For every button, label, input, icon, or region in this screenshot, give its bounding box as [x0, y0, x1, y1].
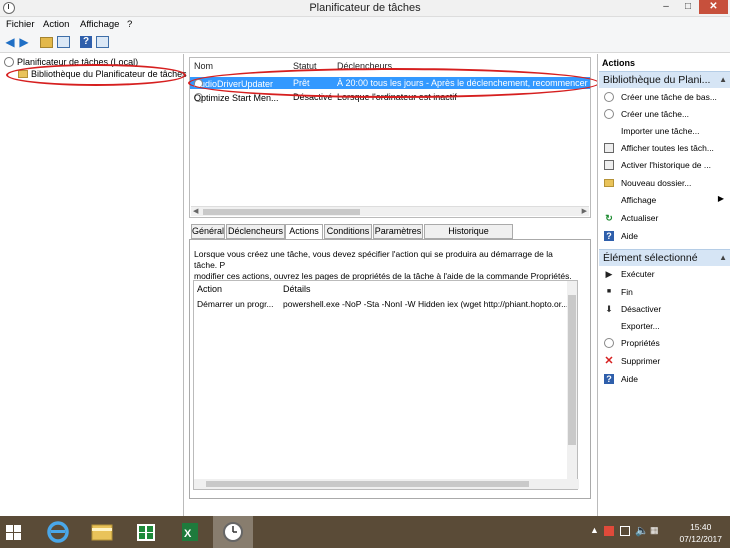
task-details: Lorsque vous créez une tâche, vous devez…	[189, 239, 591, 499]
menu-action[interactable]: Action	[43, 19, 69, 30]
column-header-action[interactable]: Action	[197, 284, 222, 294]
new-folder[interactable]: Nouveau dossier...	[604, 177, 728, 191]
scroll-thumb[interactable]	[206, 481, 529, 487]
collapse-icon[interactable]: ▲	[719, 72, 727, 88]
action-center-icon[interactable]	[604, 526, 614, 536]
end-task[interactable]: ■ Fin	[604, 286, 728, 300]
enable-history[interactable]: Activer l'historique de ...	[604, 159, 728, 173]
refresh[interactable]: ↻ Actualiser	[604, 212, 728, 226]
show-hidden-icons-icon[interactable]: ▲	[590, 525, 599, 535]
menu-fichier[interactable]: Fichier	[6, 19, 35, 30]
help-icon: ?	[604, 231, 614, 241]
tab-conditions[interactable]: Conditions	[324, 224, 372, 239]
red-annotation-circle	[188, 68, 600, 98]
tab-general[interactable]: Général	[191, 224, 225, 239]
svg-text:X: X	[184, 528, 192, 540]
column-header-details[interactable]: Détails	[283, 284, 311, 294]
disable-task[interactable]: ⬇ Désactiver	[604, 303, 728, 317]
store-icon[interactable]	[126, 516, 166, 548]
stop-icon: ■	[606, 288, 612, 295]
start-button[interactable]	[6, 525, 22, 541]
down-arrow-icon: ⬇	[605, 304, 613, 314]
file-explorer-icon[interactable]	[82, 516, 122, 548]
actions-pane: Actions Bibliothèque du Plani... ▲ Créer …	[597, 54, 730, 516]
play-icon: ▶	[605, 269, 613, 279]
toolbar: ◀ ▶ ?	[0, 32, 730, 53]
folder-up-icon[interactable]	[40, 37, 53, 48]
network-icon[interactable]	[620, 526, 630, 536]
scroll-left-icon[interactable]: ◀	[193, 207, 198, 215]
actions-pane-title: Actions	[602, 58, 636, 68]
actions-description: Lorsque vous créez une tâche, vous devez…	[194, 249, 572, 281]
system-clock[interactable]: 15:40 07/12/2017	[679, 521, 722, 545]
refresh-icon: ↻	[605, 213, 613, 223]
delete-task[interactable]: ✕ Supprimer	[604, 355, 728, 369]
minimize-button[interactable]: –	[655, 0, 677, 14]
tab-settings[interactable]: Paramètres	[373, 224, 423, 239]
collapse-icon[interactable]: ▲	[719, 250, 727, 266]
tab-history[interactable]: Historique (désactivé)	[424, 224, 513, 249]
tab-strip: Général Déclencheurs Actions Conditions …	[189, 224, 591, 249]
horizontal-scrollbar[interactable]	[194, 479, 579, 489]
view-menu[interactable]: Affichage ▶	[604, 194, 728, 208]
clock-icon	[604, 92, 614, 102]
keyboard-icon[interactable]: ▦	[650, 525, 659, 536]
tab-actions[interactable]: Actions	[285, 224, 323, 240]
run-task[interactable]: ▶ Exécuter	[604, 268, 728, 282]
action-type[interactable]: Démarrer un progr...	[197, 299, 281, 309]
maximize-button[interactable]: □	[677, 0, 699, 14]
clock-icon	[604, 338, 614, 348]
action-pane-icon[interactable]	[96, 36, 109, 48]
excel-icon[interactable]: X	[170, 516, 210, 548]
import-task[interactable]: Importer une tâche...	[604, 125, 728, 139]
vertical-scrollbar[interactable]	[567, 281, 577, 489]
scroll-thumb[interactable]	[203, 209, 360, 215]
menu-bar: Fichier Action Affichage ?	[0, 17, 730, 32]
scroll-right-icon[interactable]: ▶	[582, 207, 587, 215]
internet-explorer-icon[interactable]	[38, 516, 78, 548]
action-details[interactable]: powershell.exe -NoP -Sta -NonI -W Hidden…	[283, 299, 567, 309]
menu-affichage[interactable]: Affichage	[80, 19, 119, 30]
help-library[interactable]: ? Aide	[604, 230, 728, 244]
volume-icon[interactable]: 🔈	[635, 524, 649, 537]
taskbar: X ▲ 🔈 ▦ 15:40 07/12/2017	[0, 516, 730, 548]
clock-icon	[604, 109, 614, 119]
window-title: Planificateur de tâches	[309, 2, 421, 14]
back-arrow-icon[interactable]: ◀	[3, 35, 17, 49]
help-icon[interactable]: ?	[80, 36, 92, 48]
folder-icon	[604, 179, 614, 187]
console-tree: Planificateur de tâches (Local) Biblioth…	[0, 54, 187, 516]
section-selected-item[interactable]: Élément sélectionné ▲	[599, 249, 730, 266]
forward-arrow-icon[interactable]: ▶	[17, 35, 31, 49]
submenu-arrow-icon: ▶	[717, 194, 724, 203]
close-button[interactable]: ✕	[699, 0, 728, 14]
properties[interactable]: Propriétés	[604, 337, 728, 351]
help-selected[interactable]: ? Aide	[604, 373, 728, 387]
tab-triggers[interactable]: Déclencheurs	[226, 224, 285, 239]
list-icon	[604, 143, 614, 153]
section-library[interactable]: Bibliothèque du Plani... ▲	[599, 71, 730, 88]
create-task[interactable]: Créer une tâche...	[604, 108, 728, 122]
title-bar: Planificateur de tâches – □ ✕	[0, 0, 730, 17]
scroll-thumb[interactable]	[568, 295, 576, 445]
column-header-name[interactable]: Nom	[194, 61, 213, 71]
delete-icon: ✕	[604, 355, 614, 367]
export-task[interactable]: Exporter...	[604, 320, 728, 334]
list-icon	[604, 160, 614, 170]
clock-icon	[4, 56, 14, 67]
system-tray: ▲ 🔈 ▦ 15:40 07/12/2017	[590, 516, 730, 548]
task-scheduler-taskbar-icon[interactable]	[213, 516, 253, 548]
red-annotation-circle	[6, 64, 186, 86]
display-all-tasks[interactable]: Afficher toutes les tâch...	[604, 142, 728, 156]
create-basic-task[interactable]: Créer une tâche de bas...	[604, 91, 728, 105]
actions-table: Action Détails Démarrer un progr... powe…	[193, 280, 579, 490]
console-tree-icon[interactable]	[57, 36, 70, 48]
help-icon: ?	[604, 374, 614, 384]
horizontal-scrollbar[interactable]: ◀ ▶	[191, 206, 589, 216]
menu-help[interactable]: ?	[127, 19, 132, 30]
